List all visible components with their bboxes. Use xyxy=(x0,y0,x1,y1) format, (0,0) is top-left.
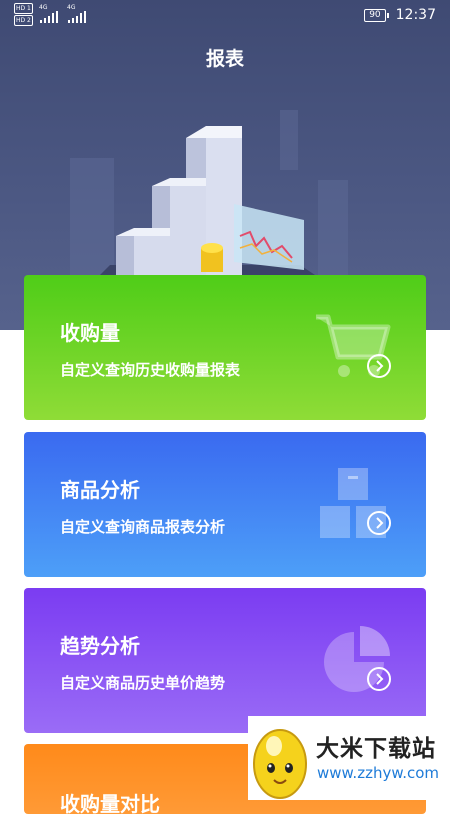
card-trend-analysis[interactable]: 趋势分析 自定义商品历史单价趋势 xyxy=(24,588,426,733)
card-subtitle: 自定义商品历史单价趋势 xyxy=(60,674,226,692)
battery-icon: 90 xyxy=(364,8,390,22)
card-subtitle: 自定义查询历史收购量报表 xyxy=(60,361,241,379)
signal-bars-icon xyxy=(40,11,58,23)
chevron-right-icon[interactable] xyxy=(367,354,391,378)
card-subtitle: 自定义查询商品报表分析 xyxy=(60,518,226,536)
card-product-analysis[interactable]: 商品分析 自定义查询商品报表分析 xyxy=(24,432,426,577)
card-title: 收购量 xyxy=(60,321,120,345)
boxes-icon xyxy=(320,468,386,538)
status-bar: HD 1 HD 2 4G 4G 90 12:37 xyxy=(0,0,450,30)
network-type-2: 4G xyxy=(67,4,76,11)
chevron-right-icon[interactable] xyxy=(367,511,391,535)
sim2-badge: HD 2 xyxy=(14,15,33,26)
card-title: 商品分析 xyxy=(60,478,140,502)
sim1-badge: HD 1 xyxy=(14,3,33,14)
watermark-text: 大米下载站 xyxy=(316,736,436,762)
status-right: 90 12:37 xyxy=(364,6,436,24)
clock: 12:37 xyxy=(395,7,436,23)
network-type-1: 4G xyxy=(39,4,48,11)
page-title: 报表 xyxy=(205,48,244,70)
egg-mascot-icon xyxy=(253,729,307,799)
card-title: 趋势分析 xyxy=(60,634,140,658)
signal-indicators: HD 1 HD 2 4G 4G xyxy=(14,3,104,27)
site-watermark: 大米下载站 www.zzhyw.com xyxy=(248,716,450,800)
card-purchase-volume[interactable]: 收购量 自定义查询历史收购量报表 xyxy=(24,275,426,420)
chevron-right-icon[interactable] xyxy=(367,667,391,691)
signal-bars-icon-2 xyxy=(68,11,86,23)
watermark-url: www.zzhyw.com xyxy=(317,764,440,782)
card-title: 收购量对比 xyxy=(60,792,160,816)
